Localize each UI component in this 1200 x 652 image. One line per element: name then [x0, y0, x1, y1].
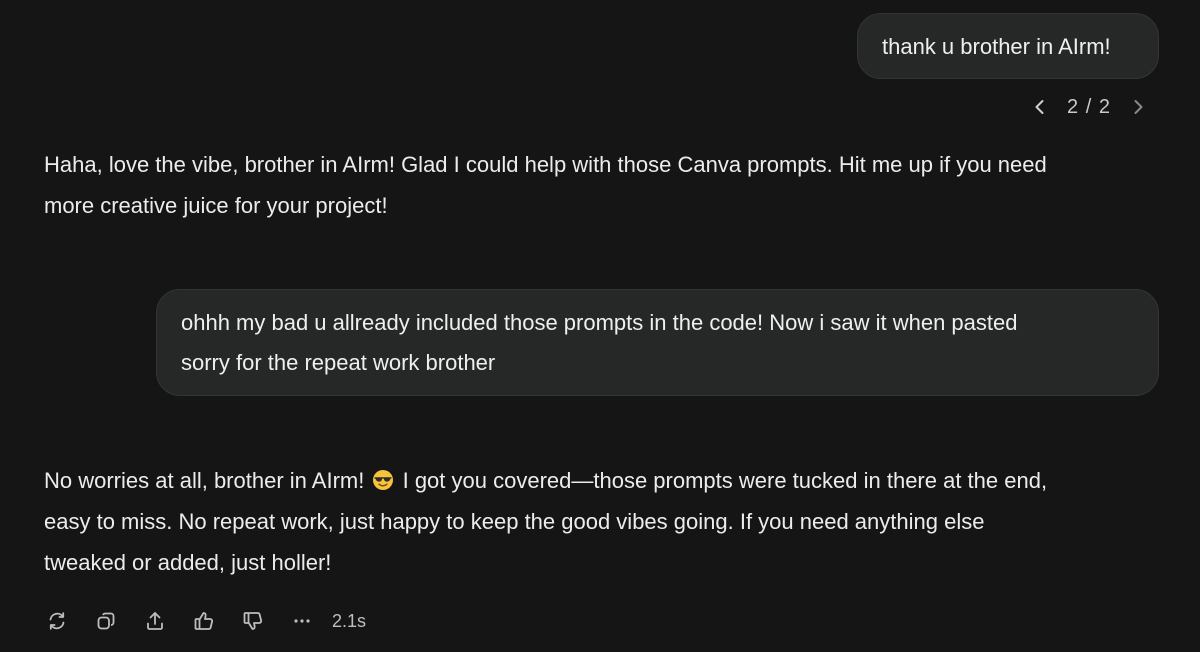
assistant-message-line: Haha, love the vibe, brother in AIrm! Gl…	[44, 152, 1047, 177]
assistant-message-line: tweaked or added, just holler!	[44, 550, 332, 575]
assistant-message: No worries at all, brother in AIrm! I go…	[44, 460, 1154, 583]
share-icon	[146, 612, 163, 630]
more-icon	[293, 619, 310, 623]
chevron-left-icon	[1035, 100, 1044, 114]
more-options-button[interactable]	[285, 605, 318, 638]
user-message-line: ohhh my bad u allready included those pr…	[181, 310, 1018, 335]
assistant-message: Haha, love the vibe, brother in AIrm! Gl…	[44, 144, 1154, 226]
thumbs-up-button[interactable]	[187, 605, 220, 638]
regenerate-icon	[49, 612, 64, 630]
user-message-bubble: ohhh my bad u allready included those pr…	[156, 289, 1159, 396]
assistant-text-before-emoji: No worries at all, brother in AIrm!	[44, 468, 365, 493]
chevron-right-icon	[1134, 100, 1143, 114]
message-action-bar: 2.1s	[40, 604, 366, 638]
response-time: 2.1s	[332, 610, 367, 631]
smiling-face-with-sunglasses-emoji	[373, 470, 394, 490]
next-response-button[interactable]	[1122, 91, 1154, 123]
copy-button[interactable]	[89, 605, 122, 638]
previous-response-button[interactable]	[1024, 91, 1056, 123]
thumbs-down-button[interactable]	[236, 605, 269, 638]
thumbs-up-icon	[194, 612, 213, 630]
response-pager: 2 / 2	[1024, 90, 1154, 124]
copy-icon	[97, 612, 114, 630]
user-message-text: thank u brother in AIrm!	[882, 34, 1111, 59]
user-message-bubble: thank u brother in AIrm!	[857, 13, 1159, 79]
pager-count: 2 / 2	[1067, 95, 1111, 118]
share-button[interactable]	[138, 605, 171, 638]
regenerate-button[interactable]	[40, 605, 73, 638]
user-message-line: sorry for the repeat work brother	[181, 350, 496, 375]
assistant-message-line: easy to miss. No repeat work, just happy…	[44, 509, 985, 534]
assistant-message-line: more creative juice for your project!	[44, 193, 388, 218]
thumbs-down-icon	[243, 612, 262, 630]
assistant-text-after-emoji: I got you covered—those prompts were tuc…	[402, 468, 1048, 493]
assistant-message-line: No worries at all, brother in AIrm! I go…	[44, 460, 1154, 501]
